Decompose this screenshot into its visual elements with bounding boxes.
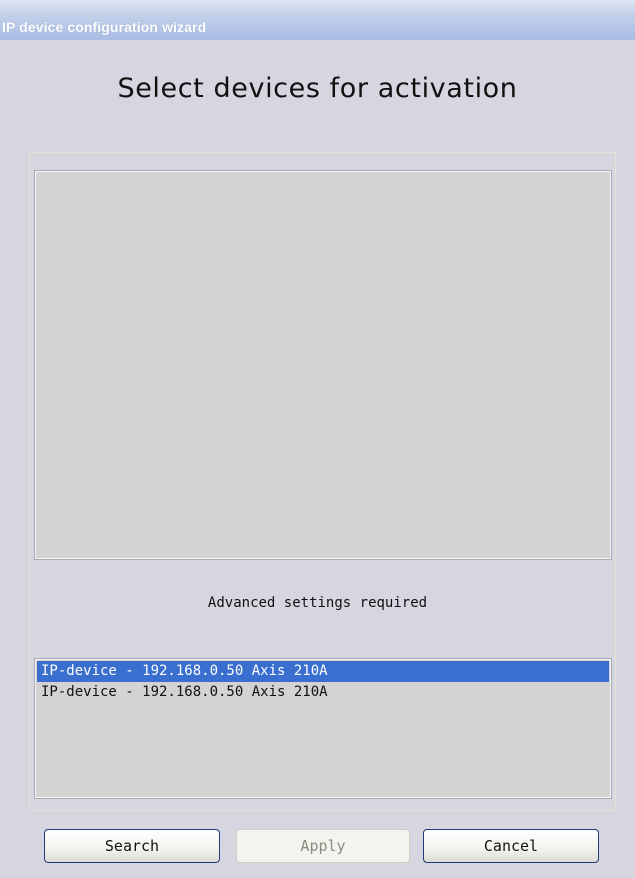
status-message: Advanced settings required	[207, 595, 428, 611]
cancel-button[interactable]: Cancel	[423, 829, 599, 863]
page-title: Select devices for activation	[117, 73, 518, 104]
window-title: IP device configuration wizard	[2, 19, 207, 35]
title-bar[interactable]: IP device configuration wizard	[0, 0, 635, 40]
device-list-item[interactable]: IP-device - 192.168.0.50 Axis 210A	[37, 661, 609, 682]
device-list-item[interactable]: IP-device - 192.168.0.50 Axis 210A	[37, 682, 609, 703]
apply-button[interactable]: Apply	[236, 829, 410, 863]
device-list[interactable]: IP-device - 192.168.0.50 Axis 210A IP-de…	[34, 658, 612, 799]
search-button[interactable]: Search	[44, 829, 220, 863]
device-preview-panel	[34, 170, 612, 560]
